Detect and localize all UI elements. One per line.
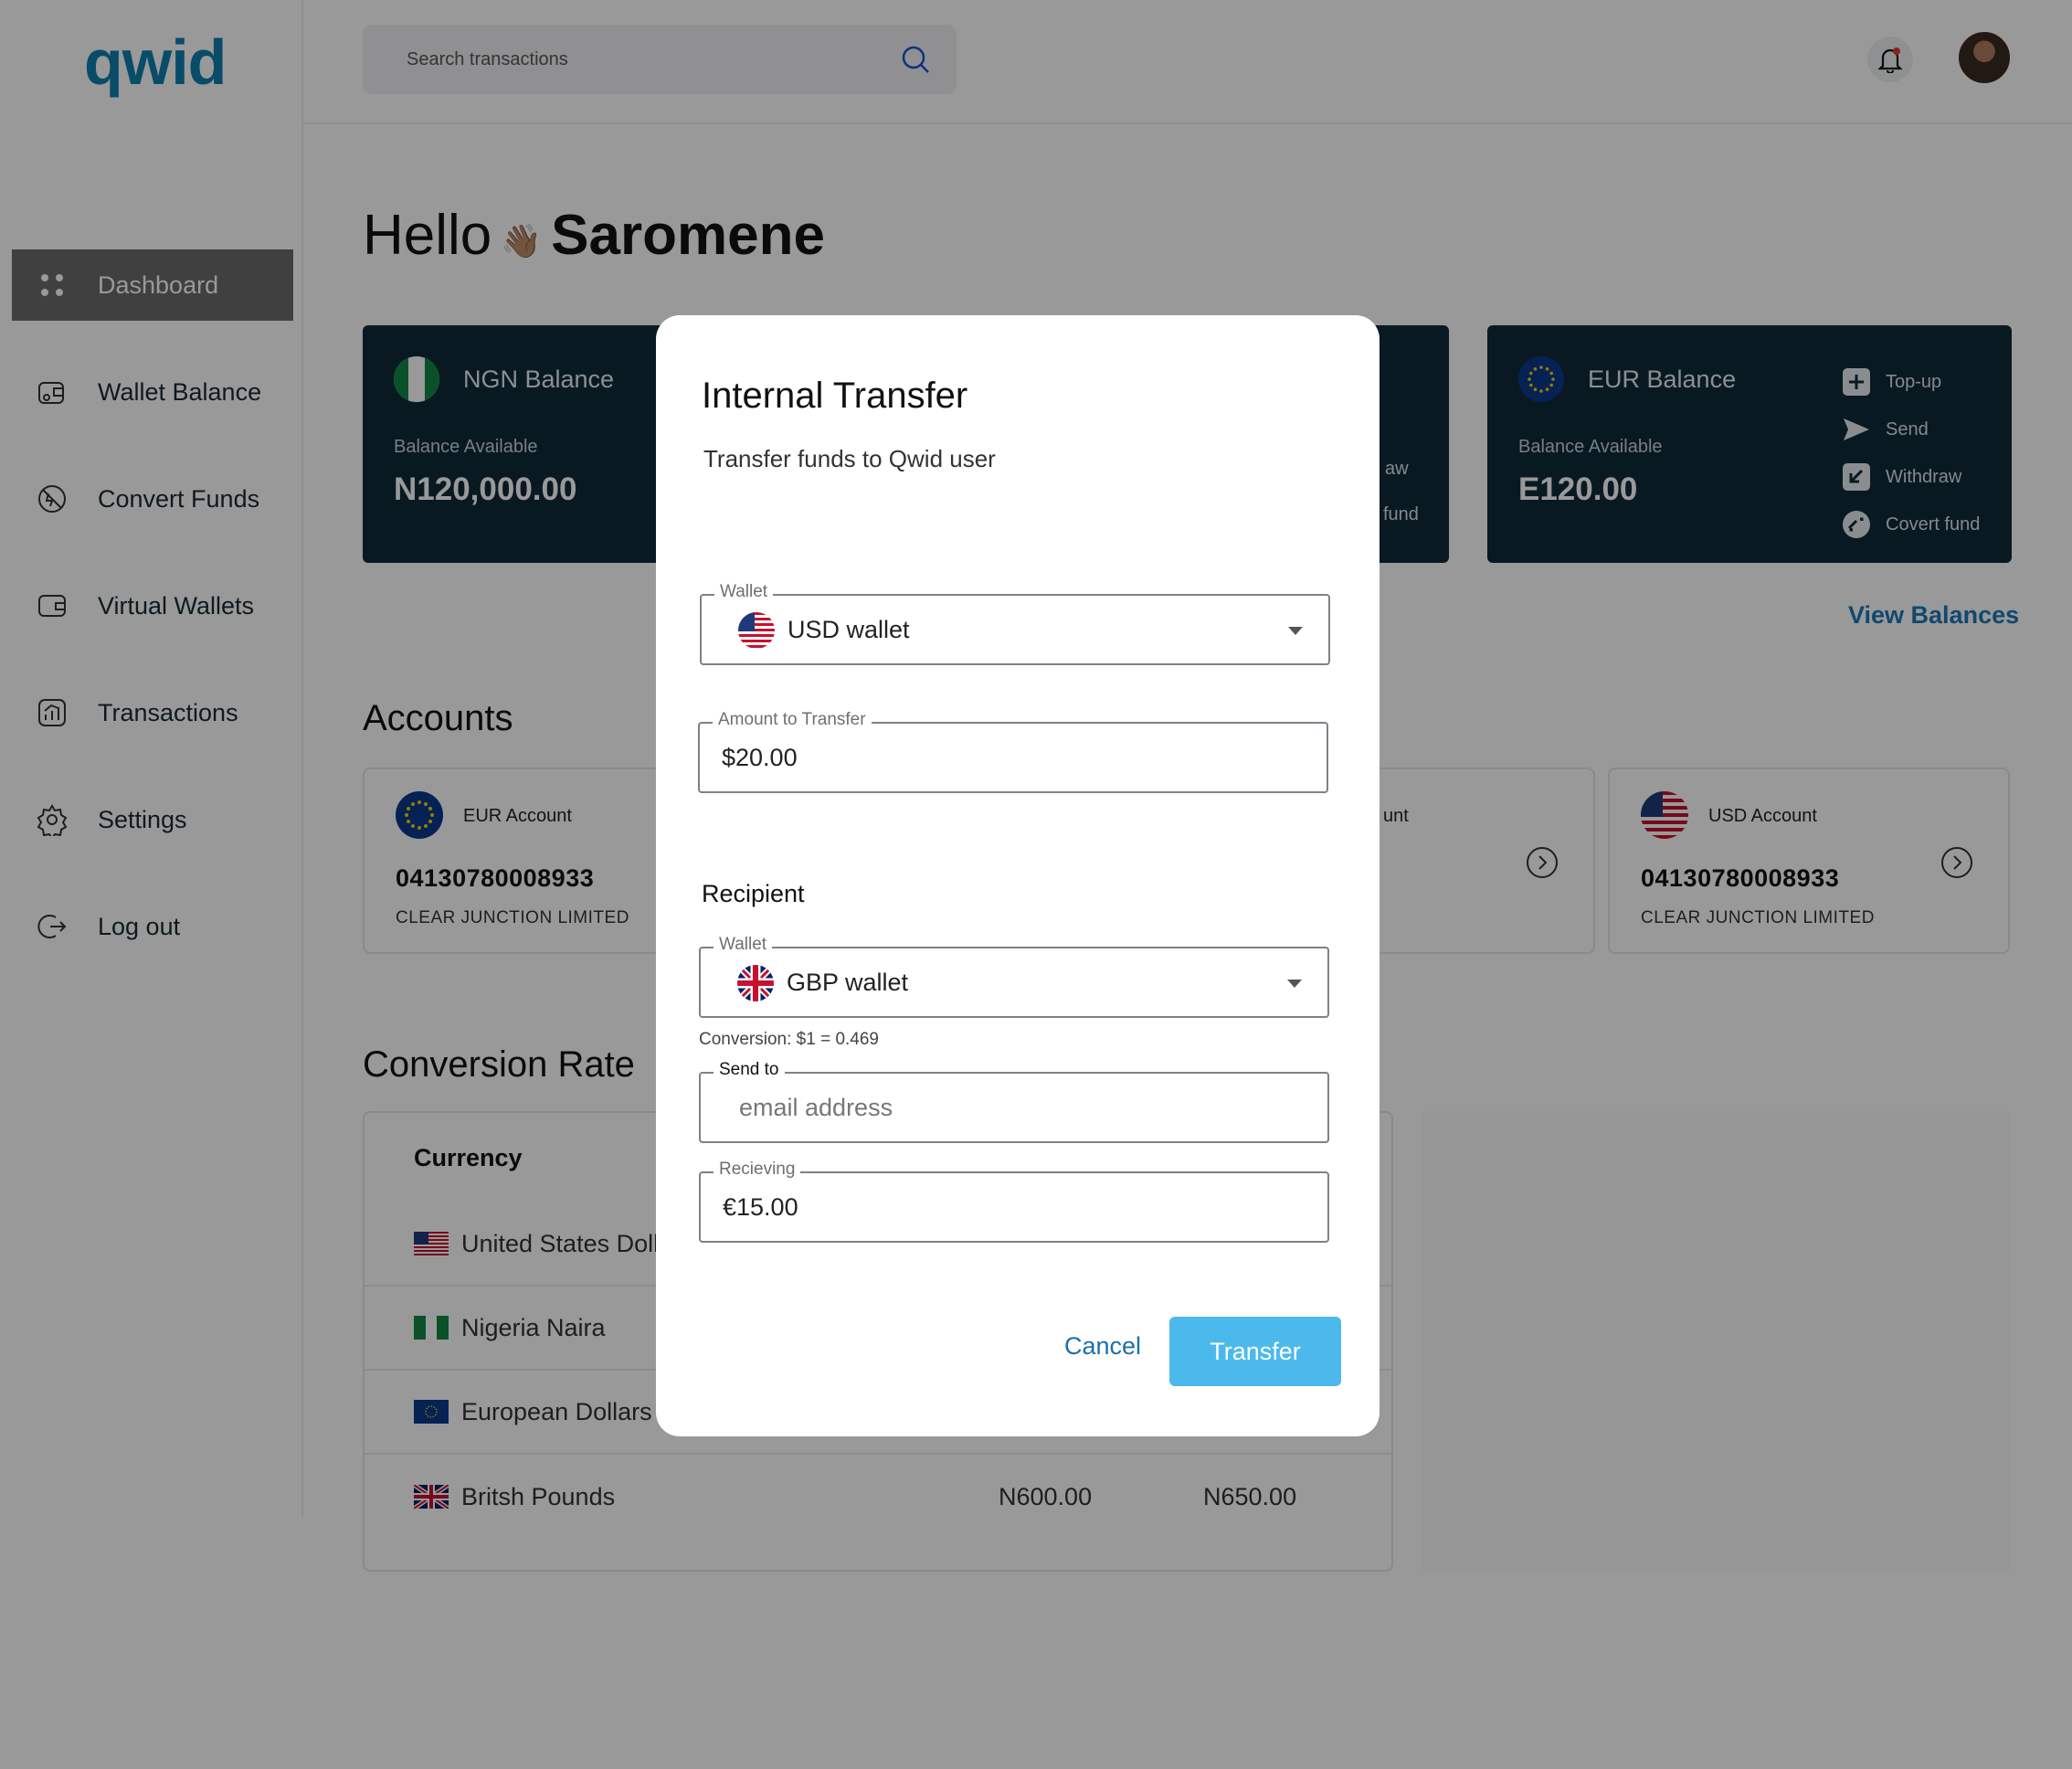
- cancel-button[interactable]: Cancel: [1034, 1319, 1171, 1373]
- conversion-note: Conversion: $1 = 0.469: [699, 1030, 879, 1049]
- recipient-heading: Recipient: [702, 880, 805, 907]
- chevron-down-icon: [1288, 627, 1303, 635]
- amount-input[interactable]: Amount to Transfer $20.00: [698, 710, 1328, 793]
- field-legend: Amount to Transfer: [713, 710, 872, 730]
- field-value: USD wallet: [788, 616, 910, 643]
- field-value: GBP wallet: [787, 969, 909, 996]
- receiving-amount-field[interactable]: Recieving €15.00: [699, 1160, 1329, 1243]
- transfer-button[interactable]: Transfer: [1169, 1317, 1341, 1386]
- field-placeholder: email address: [739, 1094, 893, 1121]
- chevron-down-icon: [1287, 980, 1302, 988]
- us-flag-icon: [738, 612, 775, 649]
- uk-flag-icon: [737, 965, 774, 1001]
- field-legend: Wallet: [714, 582, 774, 602]
- field-legend: Recieving: [714, 1160, 801, 1180]
- field-legend: Send to: [714, 1060, 785, 1080]
- modal-subtitle: Transfer funds to Qwid user: [703, 445, 996, 472]
- field-value: €15.00: [723, 1193, 798, 1221]
- field-legend: Wallet: [714, 935, 773, 955]
- modal-title: Internal Transfer: [702, 376, 968, 416]
- source-wallet-select[interactable]: Wallet USD wallet: [700, 582, 1330, 665]
- field-value: $20.00: [722, 744, 798, 771]
- destination-wallet-select[interactable]: Wallet GBP wallet: [699, 935, 1329, 1018]
- internal-transfer-modal: Internal Transfer Transfer funds to Qwid…: [656, 315, 1380, 1436]
- email-field[interactable]: Send to email address: [699, 1060, 1329, 1143]
